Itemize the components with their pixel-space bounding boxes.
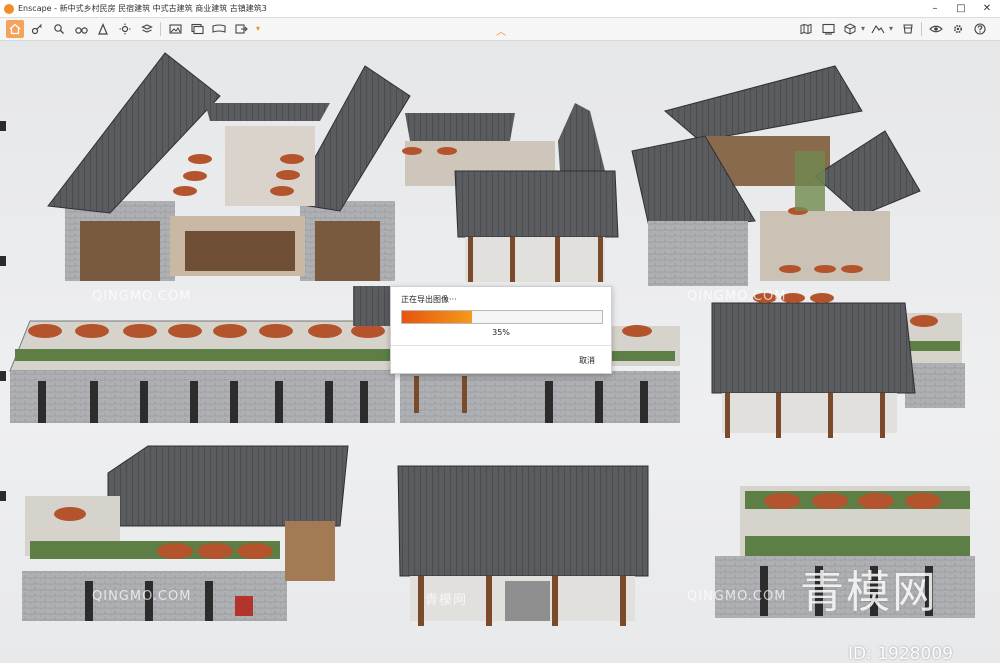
toolbar-separator xyxy=(921,22,922,36)
building-long-terrace xyxy=(9,286,401,423)
panorama-icon[interactable] xyxy=(210,20,228,38)
title-bar: Enscape - 新中式乡村民房 民宿建筑 中式古建筑 商业建筑 古镇建筑3 … xyxy=(0,0,1000,18)
cube-icon[interactable] xyxy=(841,20,859,38)
key-icon[interactable] xyxy=(28,20,46,38)
watermark-site: QINGMO.COM xyxy=(92,289,192,304)
cube-dropdown-icon[interactable]: ▾ xyxy=(861,24,865,33)
watermark-site: QINGMO.COM xyxy=(687,589,787,604)
cancel-button[interactable]: 取消 xyxy=(579,355,595,366)
window-controls: – □ ✕ xyxy=(922,0,1000,17)
main-toolbar: ▾ ︿ ▾ ▾ xyxy=(0,18,1000,41)
binoculars-icon[interactable] xyxy=(72,20,90,38)
enscape-logo-icon xyxy=(4,3,14,14)
image-icon[interactable] xyxy=(166,20,184,38)
eye-icon[interactable] xyxy=(927,20,945,38)
chevron-up-icon[interactable]: ︿ xyxy=(496,23,506,38)
layers-icon[interactable] xyxy=(138,20,156,38)
building-right-pavilion xyxy=(711,293,965,438)
dialog-title: 正在导出图像··· xyxy=(401,295,457,304)
watermark-site-cn: 青模网 xyxy=(425,593,468,608)
mountain-icon[interactable] xyxy=(869,20,887,38)
home-icon[interactable] xyxy=(6,20,24,38)
building-teahouse-complex xyxy=(631,65,921,286)
material-icon[interactable] xyxy=(899,20,917,38)
export-progress-dialog: 正在导出图像··· 35% 取消 xyxy=(390,286,612,374)
window-title: Enscape - 新中式乡村民房 民宿建筑 中式古建筑 商业建筑 古镇建筑3 xyxy=(18,4,267,13)
close-icon[interactable]: ✕ xyxy=(974,0,1000,17)
export-icon[interactable] xyxy=(232,20,250,38)
gear-icon[interactable] xyxy=(949,20,967,38)
dialog-divider xyxy=(391,345,611,346)
watermark-id: ID: 1928009 xyxy=(848,644,953,663)
maximize-icon[interactable]: □ xyxy=(948,0,974,17)
search-icon[interactable] xyxy=(50,20,68,38)
building-courtyard-complex xyxy=(47,52,411,281)
person-icon[interactable] xyxy=(94,20,112,38)
building-pavilion-top xyxy=(402,103,619,282)
export-progress-bar xyxy=(401,310,603,324)
help-icon[interactable] xyxy=(971,20,989,38)
progress-percent-label: 35% xyxy=(492,328,510,337)
minimize-icon[interactable]: – xyxy=(922,0,948,17)
screen-icon[interactable] xyxy=(819,20,837,38)
export-dropdown-icon[interactable]: ▾ xyxy=(256,24,260,33)
watermark-brand: 青模网 xyxy=(800,567,938,618)
mountain-dropdown-icon[interactable]: ▾ xyxy=(889,24,893,33)
toolbar-separator xyxy=(160,22,161,36)
progress-fill xyxy=(402,311,472,323)
sun-icon[interactable] xyxy=(116,20,134,38)
watermark-site: QINGMO.COM xyxy=(687,289,787,304)
batch-render-icon[interactable] xyxy=(188,20,206,38)
watermark-site: QINGMO.COM xyxy=(92,589,192,604)
map-icon[interactable] xyxy=(797,20,815,38)
